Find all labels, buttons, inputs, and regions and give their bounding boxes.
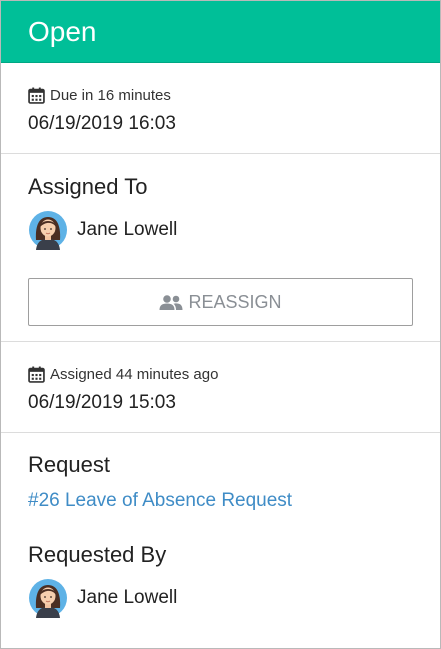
- assignee-row: Jane Lowell: [28, 210, 413, 250]
- due-section: Due in 16 minutes 06/19/2019 16:03: [1, 63, 440, 154]
- requester-name: Jane Lowell: [77, 587, 178, 608]
- avatar: [29, 579, 67, 618]
- due-date: 06/19/2019 16:03: [28, 113, 176, 134]
- request-heading: Request: [28, 452, 110, 477]
- assigned-meta: Assigned 44 minutes ago: [28, 364, 413, 384]
- calendar-icon: [28, 87, 45, 104]
- assigned-date: 06/19/2019 15:03: [28, 392, 176, 413]
- avatar: [29, 211, 67, 250]
- status-label: Open: [28, 15, 97, 47]
- requested-by-heading: Requested By: [28, 542, 167, 567]
- status-header: Open: [1, 1, 440, 63]
- calendar-icon: [28, 366, 45, 383]
- reassign-button[interactable]: REASSIGN: [28, 278, 413, 326]
- task-detail-panel: Open Due in 16 minutes 06/19/2019 16:03 …: [0, 0, 441, 649]
- request-link[interactable]: #26 Leave of Absence Request: [28, 490, 413, 512]
- due-text: Due in 16 minutes: [50, 86, 171, 104]
- assigned-time-section: Assigned 44 minutes ago 06/19/2019 15:03: [1, 342, 440, 433]
- assignee-name: Jane Lowell: [77, 219, 178, 240]
- requester-row: Jane Lowell: [28, 578, 413, 618]
- reassign-label: REASSIGN: [188, 291, 282, 312]
- request-section: Request #26 Leave of Absence Request Req…: [1, 433, 440, 618]
- assigned-section: Assigned To Jane Lowell REASSIGN: [1, 154, 440, 342]
- due-meta: Due in 16 minutes: [28, 85, 413, 105]
- users-icon: [159, 294, 183, 310]
- assigned-time-text: Assigned 44 minutes ago: [50, 365, 219, 383]
- assigned-heading: Assigned To: [28, 174, 148, 199]
